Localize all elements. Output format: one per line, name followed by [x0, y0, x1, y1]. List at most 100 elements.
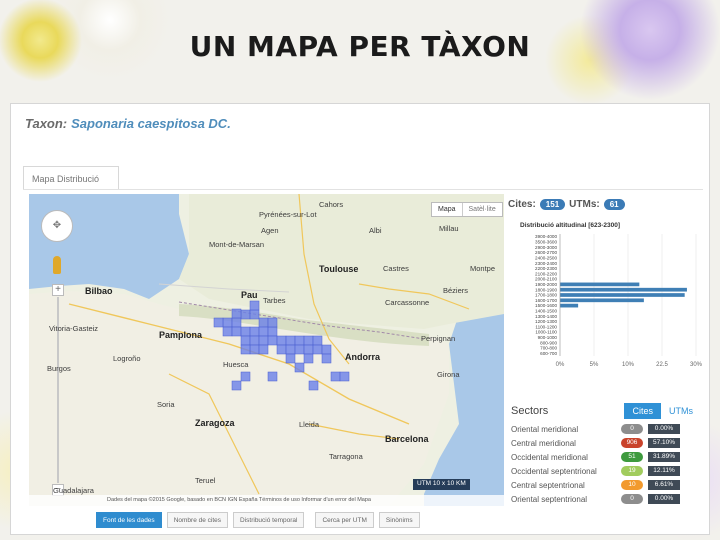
y-category-label: 2200-2300 [535, 266, 557, 271]
map-label-logrono: Logroño [113, 354, 141, 363]
sector-percent: 6.61% [648, 480, 680, 490]
street-view-pegman-icon[interactable] [53, 256, 61, 274]
y-category-label: 1900-2000 [535, 282, 557, 287]
map-label-agen: Agen [261, 226, 279, 235]
altitude-bar [560, 287, 687, 292]
y-category-label: 1100-1200 [535, 324, 557, 329]
altitude-bar [560, 293, 685, 297]
utm-grid-badge: UTM 10 x 10 KM [413, 479, 470, 490]
map-label-bilbao: Bilbao [85, 286, 113, 296]
altitude-chart: Distribució altitudinal [623-2300] 0% 5% 1… [508, 222, 708, 382]
toggle-utms-button[interactable]: UTMs [661, 403, 701, 419]
y-category-label: 1400-1500 [535, 309, 557, 314]
taxon-heading: Taxon: Saponaria caespitosa DC. [25, 116, 231, 131]
sector-row: Occidental septentrional 19 12.11% [511, 465, 701, 477]
zoom-in-button[interactable]: + [52, 284, 64, 296]
cites-count-badge: 151 [539, 199, 566, 210]
sector-count-badge: 51 [621, 452, 643, 462]
taxon-name: Saponaria caespitosa DC. [71, 116, 231, 131]
y-category-label: 2600-2700 [535, 250, 557, 255]
y-category-label: 900-1000 [538, 335, 558, 340]
map-label-carcassonne: Carcassonne [385, 298, 430, 307]
x-tick-label: 5% [590, 362, 599, 368]
tab-map-distribution[interactable]: Mapa Distribució [23, 166, 119, 190]
map-label-huesca: Huesca [223, 360, 249, 369]
map-base [29, 194, 504, 506]
sectors-header: Sectors Cites UTMs [511, 401, 701, 421]
map-label-girona: Girona [437, 370, 460, 379]
map-label-albi: Albi [369, 226, 382, 235]
cites-label: Cites: [508, 199, 536, 210]
sector-name: Occidental meridional [511, 452, 588, 462]
distribution-map[interactable]: ✥ + − Mapa Satèl·lite Cahors Pyrénées-su… [29, 194, 504, 506]
toggle-cites-button[interactable]: Cites [624, 403, 661, 419]
altitude-bar [560, 298, 644, 303]
sector-name: Oriental septentrional [511, 494, 588, 504]
sector-name: Occidental septentrional [511, 466, 597, 476]
y-category-label: 1500-1600 [535, 303, 557, 308]
sector-name: Central septentrional [511, 480, 585, 490]
x-tick-label: 0% [556, 362, 565, 368]
tab-search-utm[interactable]: Cerca per UTM [315, 512, 374, 528]
taxon-panel: Taxon: Saponaria caespitosa DC. Mapa Dist… [10, 103, 710, 535]
y-category-label: 2100-2200 [535, 271, 557, 276]
utms-count-badge: 61 [603, 199, 625, 210]
y-category-label: 800-900 [540, 340, 557, 345]
map-label-guadalajara: Guadalajara [53, 486, 94, 495]
y-category-label: 3900-4000 [535, 234, 557, 239]
sectors-panel: Sectors Cites UTMs Oriental meridional 0 0… [511, 401, 701, 505]
x-tick-label: 30% [690, 362, 703, 368]
sector-name: Oriental meridional [511, 424, 579, 434]
map-attribution: Dades del mapa ©2015 Google, basado en B… [29, 495, 504, 506]
sectors-list: Oriental meridional 0 0.00% Central meridio… [511, 423, 701, 505]
map-label-teruel: Teruel [195, 476, 216, 485]
y-category-label: 700-800 [540, 346, 557, 351]
map-label-perpignan: Perpignan [421, 334, 456, 343]
tab-record-count[interactable]: Nombre de cites [166, 512, 229, 528]
sector-row: Oriental meridional 0 0.00% [511, 423, 701, 435]
tab-divider [23, 189, 703, 190]
y-category-label: 2900-3000 [535, 245, 557, 250]
map-label-beziers: Béziers [443, 286, 469, 295]
map-label-pyrenees-sur: Pyrénées-sur-Lot [259, 210, 317, 219]
y-category-label: 1600-1700 [535, 298, 557, 303]
map-label-tarragona: Tarragona [329, 452, 363, 461]
y-category-label: 1000-1100 [535, 330, 557, 335]
map-type-satellite-button[interactable]: Satèl·lite [461, 203, 502, 216]
tab-temporal-distribution[interactable]: Distribució temporal [233, 512, 305, 528]
sectors-title: Sectors [511, 405, 549, 417]
sectors-toggle: Cites UTMs [624, 403, 701, 419]
y-category-label: 600-700 [540, 351, 557, 356]
sector-row: Central meridional 906 57.10% [511, 437, 701, 449]
sector-count-badge: 19 [621, 466, 643, 476]
y-category-label: 2400-2500 [535, 255, 557, 260]
altitude-bar [560, 303, 579, 308]
map-label-vitoria: Vitoria-Gasteiz [49, 324, 99, 333]
map-label-zaragoza: Zaragoza [195, 418, 235, 428]
map-type-map-button[interactable]: Mapa [432, 203, 462, 216]
bottom-tabs: Font de les dades Nombre de cites Distri… [96, 512, 420, 528]
map-label-lleida: Lleida [299, 420, 320, 429]
sector-count-badge: 0 [621, 424, 643, 434]
y-category-label: 2000-2100 [535, 277, 557, 282]
taxon-label: Taxon: [25, 116, 68, 131]
map-label-soria: Soria [157, 400, 175, 409]
sector-count-badge: 0 [621, 494, 643, 504]
pan-control[interactable]: ✥ [41, 210, 73, 242]
sector-percent: 0.00% [648, 494, 680, 504]
map-label-tarbes: Tarbes [263, 296, 286, 305]
tab-synonyms[interactable]: Sinònims [378, 512, 420, 528]
altitude-chart-svg: 0% 5% 10% 22.5 30% 3900-40003500-36002900-300… [535, 234, 703, 368]
y-category-label: 1200-1300 [535, 319, 557, 324]
sector-name: Central meridional [511, 438, 576, 448]
tab-data-sources[interactable]: Font de les dades [96, 512, 162, 528]
map-label-pau: Pau [241, 290, 258, 300]
y-category-label: 1800-1900 [535, 287, 557, 292]
sector-percent: 57.10% [648, 438, 680, 448]
sector-row: Central septentrional 10 6.61% [511, 479, 701, 491]
sector-percent: 12.11% [648, 466, 680, 476]
map-label-andorra: Andorra [345, 352, 381, 362]
y-category-label: 1300-1400 [535, 314, 557, 319]
record-counts: Cites: 151 UTMs: 61 [508, 199, 625, 210]
x-tick-label: 10% [622, 362, 635, 368]
